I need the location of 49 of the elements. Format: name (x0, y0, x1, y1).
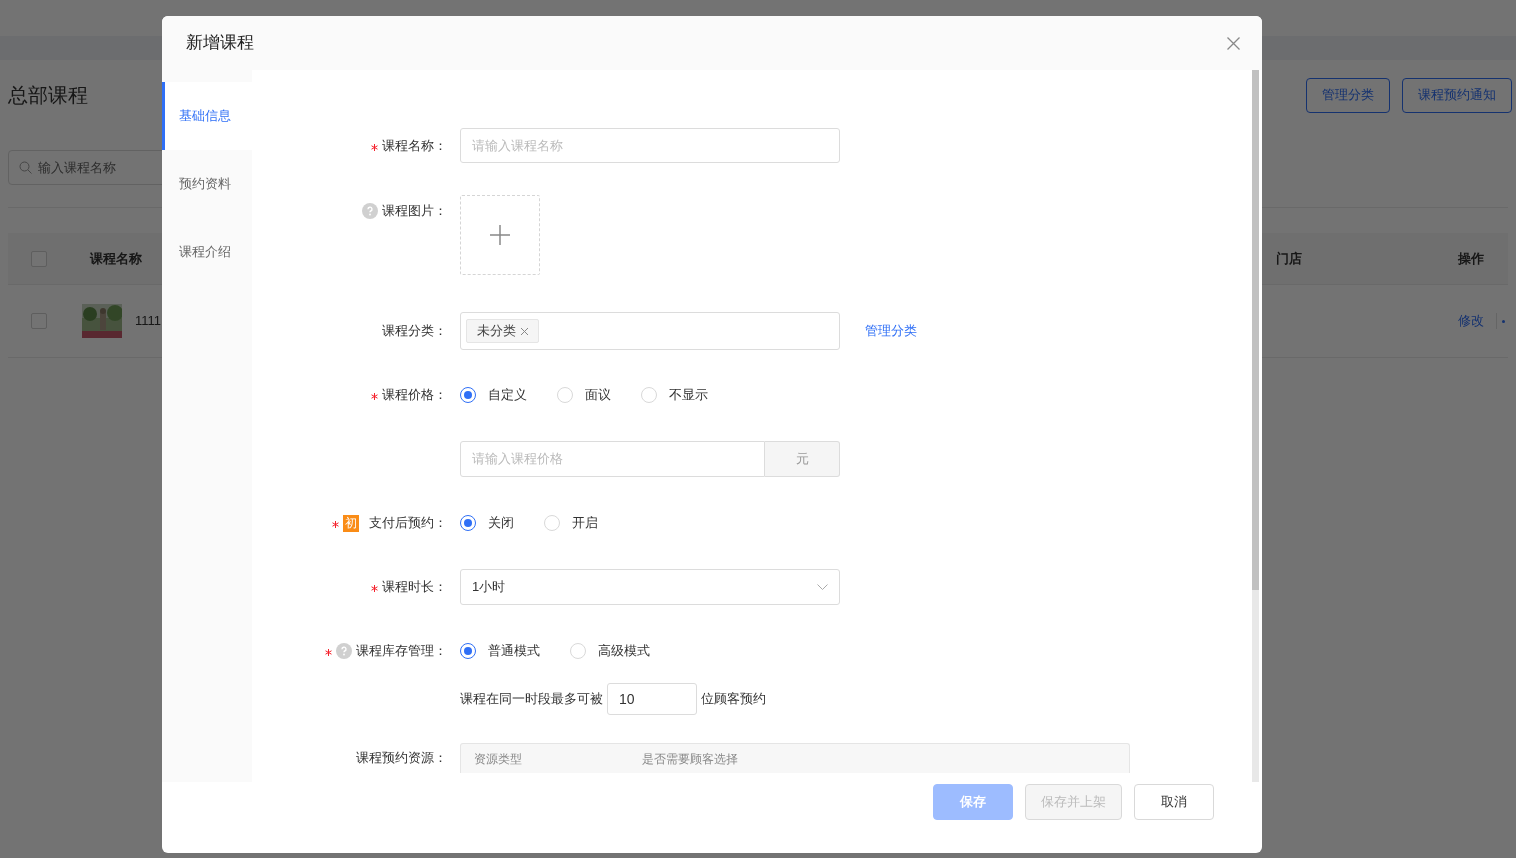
badge: 初 (343, 514, 359, 532)
side-tab[interactable]: 基础信息 (162, 82, 252, 150)
field-label: 课程时长： (382, 578, 447, 597)
field-label: 课程库存管理： (356, 642, 447, 661)
unit-addon: 元 (765, 441, 840, 477)
radio-label: 面议 (585, 386, 611, 405)
scrollbar[interactable] (1252, 70, 1259, 782)
dialog-button[interactable]: 取消 (1134, 784, 1214, 820)
close-icon[interactable] (1227, 36, 1240, 50)
name-field[interactable]: 请输入课程名称 (460, 128, 840, 163)
column-header: 门店 (1276, 249, 1302, 268)
field-label: 课程价格： (382, 386, 447, 405)
capacity-text: 位顾客预约 (701, 690, 766, 709)
capacity-text: 课程在同一时段最多可被 (460, 690, 603, 709)
category-field[interactable]: 未分类 (460, 312, 840, 350)
column-header: 资源类型 (474, 750, 523, 768)
close-icon[interactable] (521, 327, 528, 335)
duration-select[interactable]: 1小时 (460, 569, 840, 605)
course-name: 1111 (135, 312, 162, 331)
radio-label: 关闭 (488, 514, 514, 533)
manage-category-link[interactable]: 管理分类 (865, 321, 917, 341)
column-header: 操作 (1458, 249, 1484, 268)
field-label: 课程预约资源： (356, 749, 447, 768)
field-label: 课程图片： (382, 202, 447, 220)
page-title: 总部课程 (8, 83, 88, 108)
search-icon (19, 161, 32, 174)
field-label: 课程名称： (382, 136, 447, 155)
field-label: 课程分类： (382, 322, 447, 341)
capacity-field[interactable]: 10 (607, 683, 697, 715)
outline-button[interactable]: 管理分类 (1306, 77, 1390, 113)
column-header: 课程名称 (90, 249, 142, 268)
radio-label: 不显示 (669, 386, 708, 405)
dot-icon[interactable] (1502, 319, 1505, 323)
radio-label: 普通模式 (488, 642, 540, 661)
edit-link[interactable]: 修改 (1458, 311, 1484, 331)
price-field[interactable]: 请输入课程价格 (460, 441, 765, 477)
chevron-down-icon (817, 584, 828, 590)
category-tag: 未分类 (466, 319, 539, 343)
dialog-title: 新增课程 (186, 32, 254, 55)
radio-label: 自定义 (488, 386, 527, 405)
side-tab[interactable]: 课程介绍 (162, 218, 252, 286)
plus-icon (490, 225, 510, 245)
upload-box[interactable] (460, 195, 540, 275)
search-placeholder: 输入课程名称 (38, 158, 116, 177)
outline-button[interactable]: 课程预约通知 (1402, 77, 1512, 113)
radio-label: 高级模式 (598, 642, 650, 661)
column-header: 是否需要顾客选择 (642, 750, 738, 768)
field-label: 支付后预约： (369, 514, 447, 533)
radio-label: 开启 (572, 514, 598, 533)
